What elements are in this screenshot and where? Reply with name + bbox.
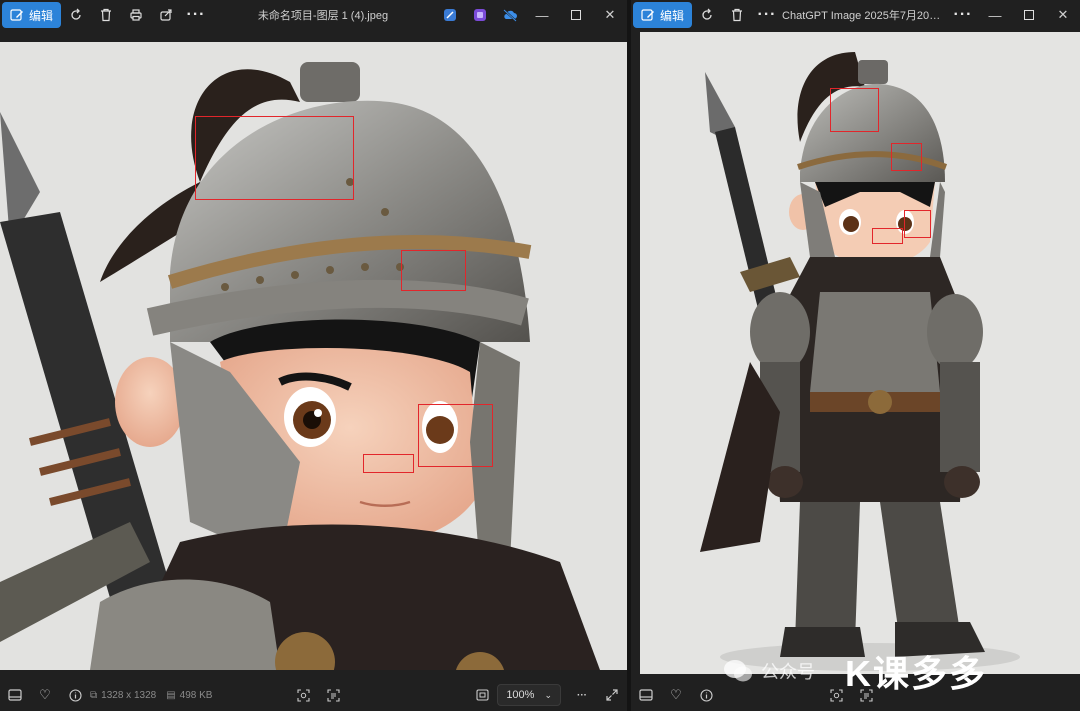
- right-photo-window: 编辑 ··· ChatGPT Image 2025年7月20日... ··· —…: [631, 0, 1080, 711]
- right-image-view[interactable]: [640, 32, 1080, 674]
- more-button-right[interactable]: ···: [752, 2, 782, 28]
- highlight-box-helmet-top: [195, 116, 354, 200]
- rotate-button-right[interactable]: [692, 2, 722, 28]
- info-icon: [699, 688, 713, 702]
- edit-label: 编辑: [660, 8, 685, 23]
- close-button-right[interactable]: ✕: [1046, 0, 1080, 30]
- favorite-icon: ♡: [670, 687, 682, 702]
- more-icon: ···: [186, 6, 206, 23]
- maximize-icon: [1024, 10, 1034, 20]
- watermark-account-text: 公众号: [761, 662, 815, 682]
- chevron-down-icon: ⌄: [544, 689, 552, 700]
- wechat-icon: [724, 660, 752, 682]
- rotate-button[interactable]: [61, 2, 91, 28]
- dimensions-icon: ⧉: [90, 689, 98, 701]
- share-button[interactable]: [151, 2, 181, 28]
- print-button[interactable]: [121, 2, 151, 28]
- highlight-box-cheek: [418, 404, 493, 467]
- highlight-box-helmet-top: [830, 88, 879, 132]
- window-title-right: ChatGPT Image 2025年7月20日...: [782, 10, 948, 22]
- bottom-more-button[interactable]: ···: [567, 679, 597, 711]
- more-icon: ···: [577, 689, 587, 701]
- share-icon: [160, 9, 172, 21]
- delete-icon: [732, 8, 743, 22]
- highlight-box-mouth: [872, 228, 903, 244]
- face-detect-button[interactable]: [288, 679, 318, 711]
- edit-button-right[interactable]: 编辑: [633, 2, 693, 28]
- filmstrip-button[interactable]: [0, 679, 30, 711]
- maximize-button-right[interactable]: [1012, 0, 1046, 30]
- file-size-icon: ▤: [166, 689, 176, 701]
- left-image-view[interactable]: [0, 42, 627, 670]
- close-button[interactable]: ✕: [593, 0, 627, 30]
- rotate-icon: [702, 8, 712, 20]
- dimensions-text: 1328 x 1328: [101, 689, 157, 701]
- right-title-bar: 编辑 ··· ChatGPT Image 2025年7月20日... ··· —…: [631, 0, 1080, 30]
- zoom-value: 100%: [506, 689, 535, 701]
- close-icon: ✕: [604, 7, 616, 22]
- window-title: 未命名项目-图层 1 (4).jpeg: [257, 10, 389, 22]
- delete-button-right[interactable]: [722, 2, 752, 28]
- file-size-text: 498 KB: [179, 689, 213, 701]
- favorite-button-right[interactable]: ♡: [661, 679, 691, 711]
- highlight-box-helmet-emblem: [401, 250, 466, 291]
- minimize-button[interactable]: —: [525, 0, 559, 30]
- highlight-box-mouth: [363, 454, 414, 473]
- text-scan-icon: [327, 688, 340, 702]
- delete-button[interactable]: [91, 2, 121, 28]
- designer-icon: [444, 9, 456, 21]
- watermark: 公众号 K课多多: [723, 645, 987, 697]
- maximize-icon: [571, 10, 581, 20]
- maximize-button[interactable]: [559, 0, 593, 30]
- edit-label: 编辑: [29, 8, 54, 23]
- filmstrip-icon: [8, 689, 22, 701]
- designer-app-button[interactable]: [435, 2, 465, 28]
- filmstrip-button-right[interactable]: [631, 679, 661, 711]
- close-icon: ✕: [1057, 7, 1069, 22]
- more-icon: ···: [757, 6, 777, 23]
- clipchamp-button[interactable]: [465, 2, 495, 28]
- filmstrip-icon: [639, 689, 653, 701]
- more-button[interactable]: ···: [181, 2, 211, 28]
- info-button-right[interactable]: [691, 679, 721, 711]
- rotate-icon: [71, 8, 81, 20]
- cloud-offline-icon: [503, 9, 517, 22]
- left-title-bar: 编辑 ··· 未命名项目-图层 1 (4).jpeg — ✕: [0, 0, 627, 30]
- more-button-right-2[interactable]: ···: [948, 2, 978, 28]
- image-dimensions: ⧉ 1328 x 1328: [90, 690, 156, 701]
- info-icon: [68, 688, 82, 702]
- watermark-logo-text: K课多多: [845, 653, 987, 694]
- favorite-icon: ♡: [39, 687, 51, 702]
- info-button[interactable]: [60, 679, 90, 711]
- fit-icon: [476, 689, 489, 701]
- expand-button[interactable]: [597, 679, 627, 711]
- edit-button[interactable]: 编辑: [2, 2, 62, 28]
- file-size: ▤ 498 KB: [166, 690, 212, 701]
- clipchamp-icon: [474, 9, 486, 21]
- delete-icon: [101, 8, 112, 22]
- highlight-box-helmet-emblem: [891, 143, 922, 171]
- onedrive-button[interactable]: [495, 2, 525, 28]
- minimize-button-right[interactable]: —: [978, 0, 1012, 30]
- print-icon: [130, 9, 142, 21]
- left-bottom-bar: ♡ ⧉ 1328 x 1328 ▤ 498 KB 100% ⌄ ···: [0, 679, 627, 711]
- more-icon: ···: [953, 6, 973, 23]
- favorite-button[interactable]: ♡: [30, 679, 60, 711]
- minimize-icon: —: [988, 7, 1002, 23]
- left-photo-window: 编辑 ··· 未命名项目-图层 1 (4).jpeg — ✕ ♡ ⧉ 1328 …: [0, 0, 627, 711]
- edit-icon: [641, 9, 654, 21]
- minimize-icon: —: [535, 7, 549, 23]
- zoom-select[interactable]: 100% ⌄: [497, 684, 561, 706]
- expand-icon: [606, 689, 618, 701]
- text-detect-button[interactable]: [318, 679, 348, 711]
- face-scan-icon: [297, 688, 310, 702]
- edit-icon: [10, 9, 23, 21]
- highlight-box-cheek: [904, 210, 931, 238]
- fit-button[interactable]: [467, 679, 497, 711]
